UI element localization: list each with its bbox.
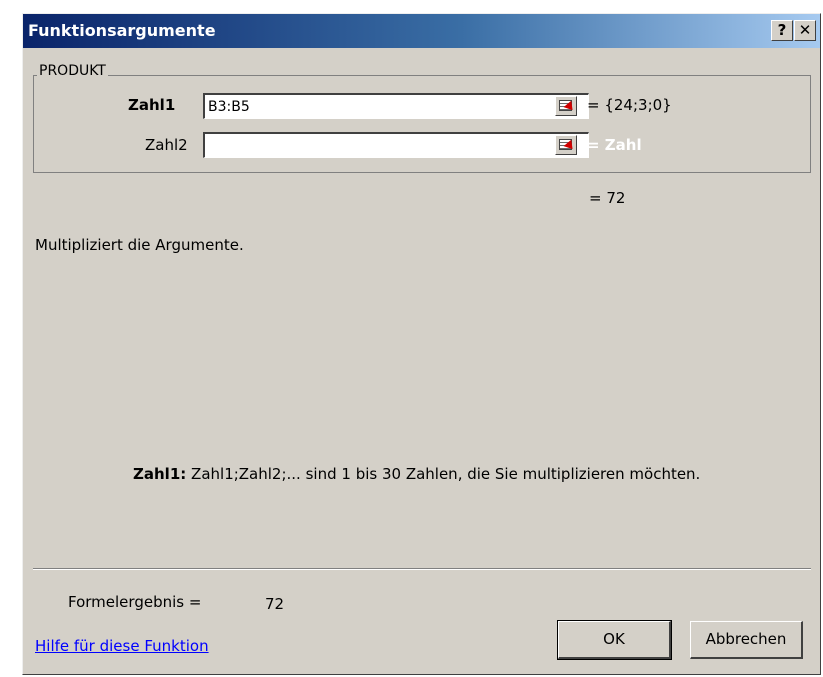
argument-help-text: Zahl1;Zahl2;... sind 1 bis 30 Zahlen, di… [191, 465, 701, 483]
function-result: = 72 [589, 189, 626, 207]
arg1-ref-button[interactable] [555, 96, 577, 116]
arg2-type-hint: = Zahl [587, 136, 642, 154]
ok-button[interactable]: OK [557, 620, 672, 660]
arg2-input[interactable] [203, 132, 589, 158]
help-button[interactable]: ? [771, 20, 793, 41]
function-arguments-dialog: Funktionsargumente ? ✕ PRODUKT Zahl1 B3:… [22, 13, 821, 675]
arg1-label: Zahl1 [128, 96, 176, 114]
formula-result-value: 72 [265, 595, 285, 613]
cancel-button[interactable]: Abbrechen [690, 621, 803, 659]
arg2-ref-button[interactable] [555, 135, 577, 155]
arg1-input[interactable]: B3:B5 [203, 93, 589, 119]
separator [33, 568, 811, 570]
close-button[interactable]: ✕ [794, 20, 816, 41]
question-mark-icon: ? [777, 21, 787, 39]
argument-help-name: Zahl1: [133, 465, 187, 483]
dialog-title: Funktionsargumente [28, 21, 216, 40]
help-link[interactable]: Hilfe für diese Funktion [35, 637, 209, 655]
function-name: PRODUKT [37, 63, 108, 79]
function-description: Multipliziert die Argumente. [35, 236, 244, 254]
arg2-label: Zahl2 [145, 136, 188, 154]
title-bar: Funktionsargumente ? ✕ [23, 14, 820, 48]
argument-help: Zahl1: Zahl1;Zahl2;... sind 1 bis 30 Zah… [133, 465, 700, 483]
formula-result-label: Formelergebnis = [68, 593, 202, 611]
function-group-box [33, 75, 811, 173]
close-icon: ✕ [798, 21, 812, 39]
arg1-evaluated-value: = {24;3;0} [587, 96, 672, 114]
